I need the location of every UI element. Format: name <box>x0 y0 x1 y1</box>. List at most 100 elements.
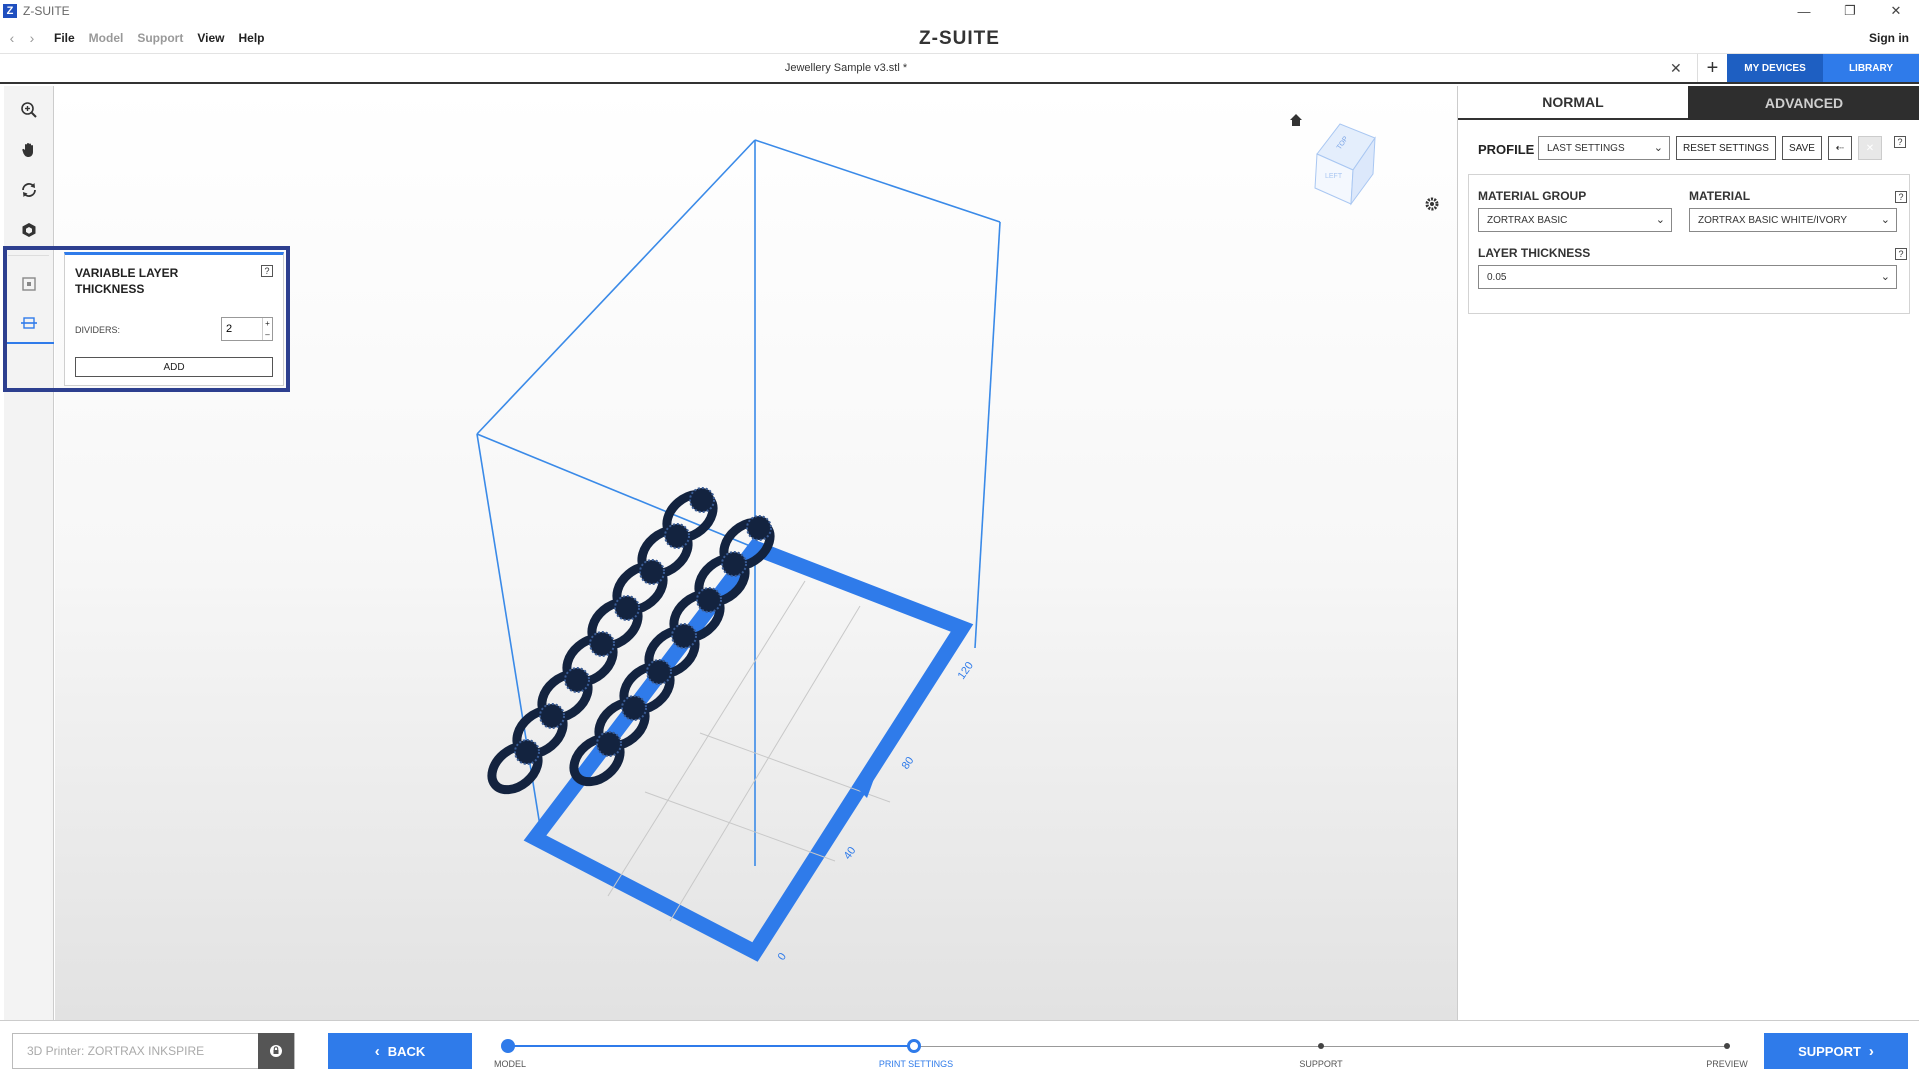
layer-thickness-label: LAYER THICKNESS <box>1478 246 1591 260</box>
menu-bar: ‹ › File Model Support View Help Z-SUITE… <box>0 22 1919 54</box>
view-settings-gear-icon[interactable] <box>1425 197 1439 211</box>
tab-advanced[interactable]: ADVANCED <box>1688 86 1919 120</box>
minimize-button[interactable]: — <box>1781 0 1827 22</box>
ring-gem <box>664 523 690 549</box>
ring-gem <box>539 703 565 729</box>
rotate-tool[interactable] <box>4 170 54 210</box>
menu-model[interactable]: Model <box>89 31 124 45</box>
close-window-button[interactable]: ✕ <box>1873 0 1919 22</box>
layer-thickness-value: 0.05 <box>1487 271 1507 283</box>
ring-gem <box>514 739 540 765</box>
export-icon: ⇠ <box>1835 142 1845 154</box>
menu-file[interactable]: File <box>54 31 75 45</box>
zoom-tool[interactable] <box>4 90 54 130</box>
ring-gem <box>671 623 697 649</box>
profile-label: PROFILE <box>1478 142 1535 157</box>
ring-gem <box>564 667 590 693</box>
step-print-settings-label: PRINT SETTINGS <box>878 1059 954 1069</box>
restore-button[interactable]: ❐ <box>1827 0 1873 22</box>
ring-gem <box>689 487 715 513</box>
ring-gem <box>696 587 722 613</box>
ring-gem <box>721 551 747 577</box>
pan-hand-icon <box>22 143 33 157</box>
window-title: Z-SUITE <box>23 4 70 18</box>
dividers-input[interactable] <box>222 318 262 340</box>
menu-view[interactable]: View <box>197 31 224 45</box>
tab-bar: Jewellery Sample v3.stl * ✕ + MY DEVICES… <box>0 54 1919 84</box>
step-model-label: MODEL <box>493 1059 527 1069</box>
lock-icon <box>270 1045 282 1057</box>
profile-help-icon[interactable]: ? <box>1894 136 1906 148</box>
ring-gem <box>646 659 672 685</box>
variable-layer-title: VARIABLE LAYER THICKNESS <box>75 266 179 296</box>
ring-gem <box>589 631 615 657</box>
material-help-icon[interactable]: ? <box>1895 191 1907 203</box>
progress-line-done <box>508 1045 916 1047</box>
build-volume-scene: 0 40 80 120 TOP LEFT <box>476 114 1439 963</box>
delete-profile-button[interactable]: ✕ <box>1858 136 1882 160</box>
left-toolbar <box>4 86 54 1020</box>
ring-gem <box>621 695 647 721</box>
material-value: ZORTRAX BASIC WHITE/IVORY <box>1698 214 1848 226</box>
back-button[interactable]: ‹ BACK <box>328 1033 472 1069</box>
material-label: MATERIAL <box>1689 189 1751 203</box>
support-button[interactable]: SUPPORT › <box>1764 1033 1908 1069</box>
save-button[interactable]: SAVE <box>1782 136 1822 160</box>
home-view-icon[interactable] <box>1290 114 1302 126</box>
rotate-icon <box>22 183 36 197</box>
sign-in-link[interactable]: Sign in <box>1869 31 1909 45</box>
cube-view-tool[interactable] <box>4 210 54 250</box>
nav-back-icon[interactable]: ‹ <box>4 30 20 46</box>
menu-help[interactable]: Help <box>238 31 264 45</box>
printer-selector[interactable]: 3D Printer: ZORTRAX INKSPIRE <box>12 1033 295 1069</box>
increment-icon[interactable]: + <box>265 319 270 328</box>
build-volume-frame <box>476 139 1001 866</box>
lock-button[interactable] <box>258 1033 294 1069</box>
pan-tool[interactable] <box>4 130 54 170</box>
material-group-label: MATERIAL GROUP <box>1478 189 1587 203</box>
decrement-icon[interactable]: – <box>265 330 269 339</box>
add-divider-button[interactable]: ADD <box>75 357 273 377</box>
tab-normal[interactable]: NORMAL <box>1458 86 1688 120</box>
axis-label: 120 <box>956 660 976 682</box>
bottom-bar: 3D Printer: ZORTRAX INKSPIRE ‹ BACK MODE… <box>0 1020 1919 1079</box>
nav-forward-icon[interactable]: › <box>24 30 40 46</box>
step-support-label: SUPPORT <box>1299 1059 1343 1069</box>
variable-layer-help-icon[interactable]: ? <box>261 265 273 277</box>
chevron-right-icon: › <box>1868 1042 1874 1060</box>
chevron-down-icon: ⌄ <box>1880 271 1890 283</box>
add-tab-button[interactable]: + <box>1697 54 1727 82</box>
back-label: BACK <box>387 1043 426 1059</box>
ring-gem <box>746 515 772 541</box>
support-label: SUPPORT <box>1798 1043 1861 1059</box>
export-profile-button[interactable]: ⇠ <box>1828 136 1852 160</box>
variable-layer-panel: VARIABLE LAYER THICKNESS ? DIVIDERS: + –… <box>64 252 284 386</box>
my-devices-button[interactable]: MY DEVICES <box>1727 54 1823 82</box>
material-group-select[interactable]: ZORTRAX BASIC ⌄ <box>1478 208 1672 232</box>
3d-viewport[interactable]: 0 40 80 120 TOP LEFT <box>55 86 1457 1020</box>
step-model-dot[interactable] <box>501 1039 515 1053</box>
step-support-dot[interactable] <box>1318 1043 1324 1049</box>
nav-cube[interactable]: TOP LEFT <box>1314 123 1376 206</box>
zoom-icon <box>21 102 37 118</box>
layer-thickness-help-icon[interactable]: ? <box>1895 248 1907 260</box>
dividers-stepper: + – <box>221 317 273 341</box>
chevron-left-icon: ‹ <box>374 1042 380 1060</box>
nav-cube-left-label: LEFT <box>1325 173 1343 180</box>
layer-thickness-select[interactable]: 0.05 ⌄ <box>1478 265 1897 289</box>
profile-select[interactable]: LAST SETTINGS ⌄ <box>1538 136 1670 160</box>
dividers-spin: + – <box>262 318 272 340</box>
step-print-settings-dot[interactable] <box>907 1039 921 1053</box>
dividers-label: DIVIDERS: <box>75 325 121 335</box>
material-select[interactable]: ZORTRAX BASIC WHITE/IVORY ⌄ <box>1689 208 1897 232</box>
close-tab-icon[interactable]: ✕ <box>1670 60 1682 77</box>
library-button[interactable]: LIBRARY <box>1823 54 1919 82</box>
reset-settings-button[interactable]: RESET SETTINGS <box>1676 136 1776 160</box>
axis-label: 80 <box>900 755 917 772</box>
step-preview-dot[interactable] <box>1724 1043 1730 1049</box>
menu-support[interactable]: Support <box>137 31 183 45</box>
file-tab[interactable]: Jewellery Sample v3.stl * <box>0 54 1692 82</box>
brand-logo: Z-SUITE <box>919 28 1000 49</box>
ring-gem <box>596 731 622 757</box>
bed-grid <box>607 580 891 922</box>
